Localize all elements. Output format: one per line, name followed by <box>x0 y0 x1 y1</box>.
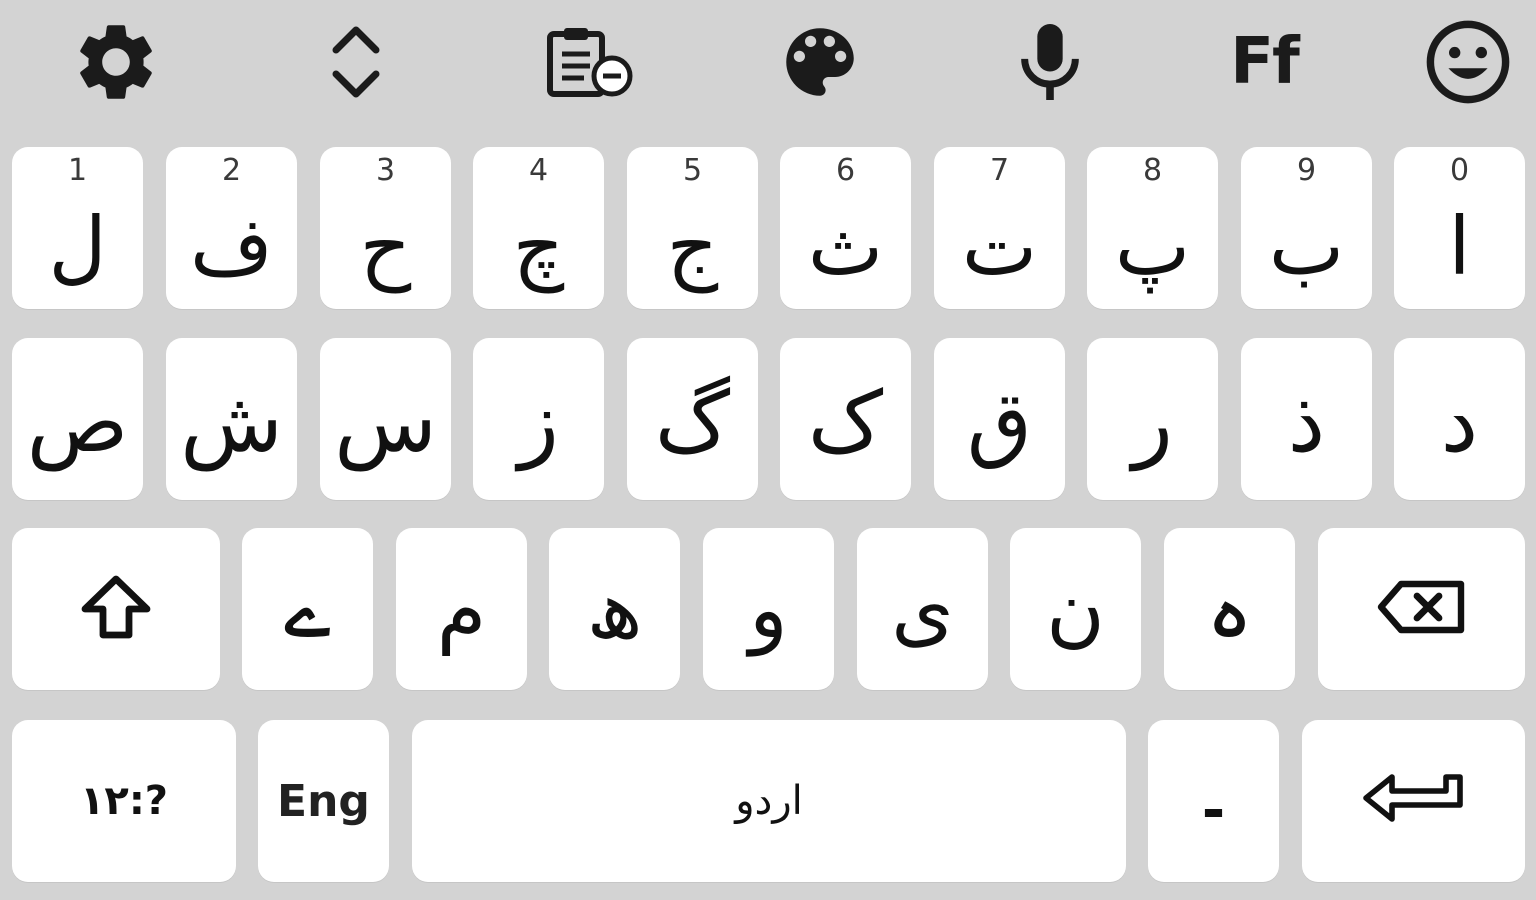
clipboard-button[interactable] <box>540 20 640 104</box>
key-jeem[interactable]: 5ج <box>627 147 758 309</box>
key-label: گ <box>654 373 731 471</box>
key-label: د <box>1440 373 1479 471</box>
keyboard-toolbar: Ff <box>0 0 1536 130</box>
key-label: ن <box>1046 563 1105 656</box>
key-wao[interactable]: و <box>703 528 834 690</box>
emoji-icon <box>1421 15 1515 109</box>
key-alif[interactable]: 0ا <box>1394 147 1525 309</box>
key-label: ے <box>284 563 331 656</box>
key-number-hint: 8 <box>1142 153 1163 188</box>
enter-key[interactable] <box>1302 720 1525 882</box>
space-key[interactable]: اردو <box>412 720 1126 882</box>
key-he[interactable]: ہ <box>1164 528 1295 690</box>
font-button[interactable]: Ff <box>1214 20 1314 104</box>
key-re[interactable]: ر <box>1087 338 1218 500</box>
key-sheen[interactable]: ش <box>166 338 297 500</box>
key-label: ھ <box>586 563 643 656</box>
language-label: Eng <box>277 775 370 827</box>
symbols-label: ۱۲:? <box>79 778 169 824</box>
key-label: ا <box>1448 200 1471 293</box>
key-number-hint: 7 <box>989 153 1010 188</box>
resize-button[interactable] <box>306 20 406 104</box>
key-label: ح <box>359 200 412 293</box>
key-noon[interactable]: ن <box>1010 528 1141 690</box>
key-label: ی <box>891 563 954 656</box>
symbols-key[interactable]: ۱۲:? <box>12 720 236 882</box>
key-pe[interactable]: 8پ <box>1087 147 1218 309</box>
key-label: و <box>749 563 788 656</box>
key-kaaf[interactable]: ک <box>780 338 911 500</box>
key-te[interactable]: 7ت <box>934 147 1065 309</box>
key-se[interactable]: 6ث <box>780 147 911 309</box>
key-number-hint: 0 <box>1449 153 1470 188</box>
key-lam[interactable]: 1ل <box>12 147 143 309</box>
key-label: ز <box>518 373 559 471</box>
key-label: ق <box>966 373 1033 471</box>
key-gaaf[interactable]: گ <box>627 338 758 500</box>
key-label: ر <box>1132 373 1173 471</box>
key-label: ث <box>807 200 884 293</box>
theme-button[interactable] <box>770 20 870 104</box>
settings-button[interactable] <box>66 20 166 104</box>
backspace-key[interactable] <box>1318 528 1525 690</box>
key-number-hint: 1 <box>67 153 88 188</box>
enter-icon <box>1360 771 1468 831</box>
chevron-up-down-icon <box>326 22 386 102</box>
key-label: ص <box>26 373 129 471</box>
space-label: اردو <box>735 778 803 824</box>
microphone-icon <box>1012 20 1088 104</box>
key-label: ب <box>1268 200 1345 293</box>
font-icon: Ff <box>1230 25 1300 99</box>
key-number-hint: 5 <box>682 153 703 188</box>
key-label: چ <box>512 200 565 293</box>
emoji-button[interactable] <box>1418 20 1518 104</box>
key-ze[interactable]: ز <box>473 338 604 500</box>
key-label: ک <box>807 373 884 471</box>
shift-icon <box>79 575 153 643</box>
key-che[interactable]: 4چ <box>473 147 604 309</box>
shift-key[interactable] <box>12 528 220 690</box>
voice-input-button[interactable] <box>1000 20 1100 104</box>
key-fe[interactable]: 2ف <box>166 147 297 309</box>
key-number-hint: 4 <box>528 153 549 188</box>
key-label: ل <box>48 200 107 293</box>
dash-key[interactable]: - <box>1148 720 1279 882</box>
key-seen[interactable]: س <box>320 338 451 500</box>
key-qaaf[interactable]: ق <box>934 338 1065 500</box>
key-be[interactable]: 9ب <box>1241 147 1372 309</box>
key-hay[interactable]: 3ح <box>320 147 451 309</box>
key-ye[interactable]: ی <box>857 528 988 690</box>
key-daal[interactable]: د <box>1394 338 1525 500</box>
key-label: ذ <box>1287 373 1326 471</box>
key-label: س <box>334 373 437 471</box>
key-meem[interactable]: م <box>396 528 527 690</box>
key-zaal[interactable]: ذ <box>1241 338 1372 500</box>
key-bari-ye[interactable]: ے <box>242 528 373 690</box>
key-number-hint: 2 <box>221 153 242 188</box>
key-number-hint: 9 <box>1296 153 1317 188</box>
key-suad[interactable]: ص <box>12 338 143 500</box>
key-label: ش <box>180 373 283 471</box>
key-label: پ <box>1114 200 1191 293</box>
key-label: م <box>436 563 487 656</box>
gear-icon <box>70 16 162 108</box>
clipboard-icon <box>544 26 636 98</box>
key-label: ج <box>666 200 719 293</box>
language-switch-key[interactable]: Eng <box>258 720 389 882</box>
palette-icon <box>775 17 865 107</box>
key-label: ف <box>190 200 273 293</box>
key-label: ہ <box>1206 563 1253 656</box>
backspace-icon <box>1377 580 1467 638</box>
key-do-chashmi-he[interactable]: ھ <box>549 528 680 690</box>
key-number-hint: 6 <box>835 153 856 188</box>
key-number-hint: 3 <box>375 153 396 188</box>
key-label: ت <box>961 200 1038 293</box>
dash-label: - <box>1201 778 1226 843</box>
